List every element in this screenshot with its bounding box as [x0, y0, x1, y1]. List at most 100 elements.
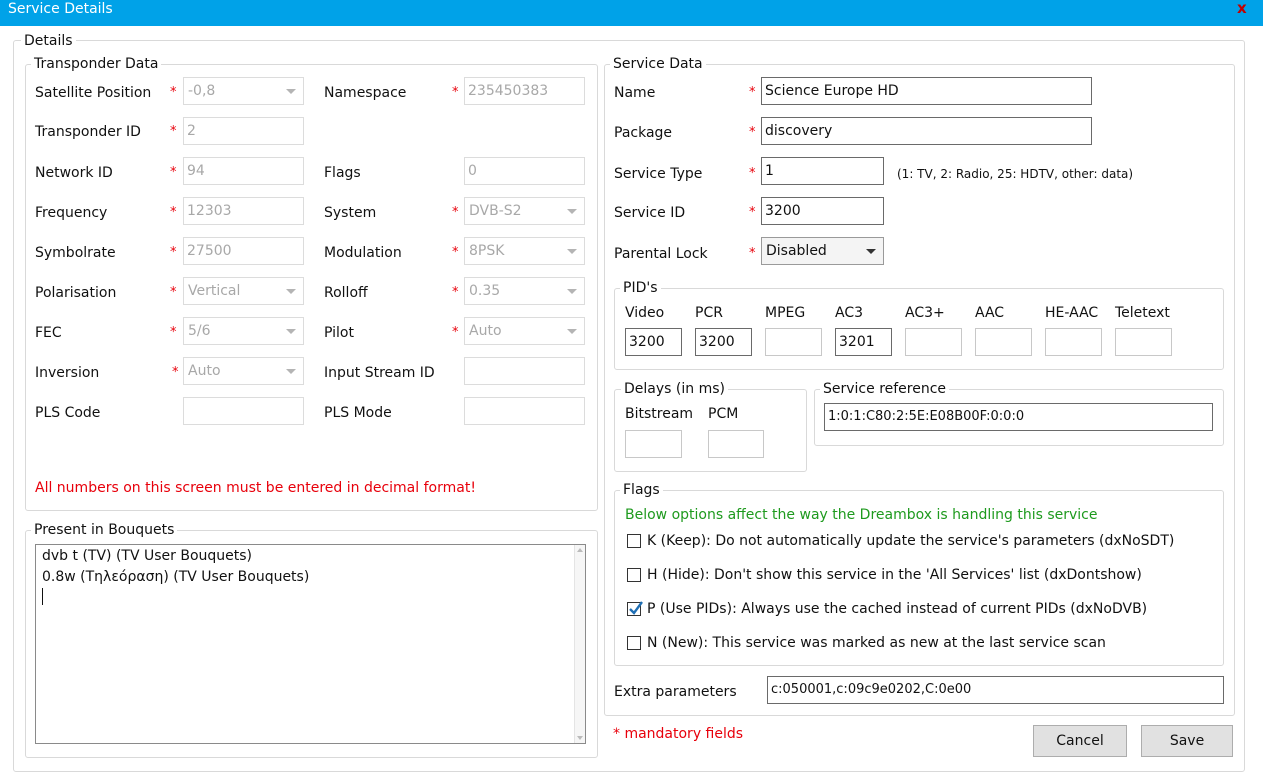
- required-mark: *: [452, 245, 459, 260]
- name-input[interactable]: Science Europe HD: [761, 77, 1092, 105]
- text-caret: [42, 588, 43, 605]
- chevron-down-icon: [567, 289, 577, 294]
- required-mark: *: [452, 205, 459, 220]
- inversion-value: Auto: [188, 363, 221, 379]
- bitstream-input[interactable]: [625, 430, 682, 458]
- service-type-label: Service Type: [614, 166, 703, 182]
- modulation-select[interactable]: 8PSK: [464, 237, 585, 265]
- flag-hide-label[interactable]: H (Hide): Don't show this service in the…: [647, 566, 1142, 584]
- fec-select[interactable]: 5/6: [183, 317, 304, 345]
- extra-parameters-input[interactable]: c:050001,c:09c9e0202,C:0e00: [767, 676, 1224, 704]
- pls-code-input[interactable]: [183, 397, 304, 425]
- package-input[interactable]: discovery: [761, 117, 1092, 145]
- flag-use-pids-label[interactable]: P (Use PIDs): Always use the cached inst…: [647, 600, 1147, 618]
- pid-he-aac-input[interactable]: [1045, 328, 1102, 356]
- inversion-select[interactable]: Auto: [183, 357, 304, 385]
- service-id-input[interactable]: 3200: [761, 197, 884, 225]
- flag-keep-label[interactable]: K (Keep): Do not automatically update th…: [647, 532, 1174, 550]
- flag-new-label[interactable]: N (New): This service was marked as new …: [647, 634, 1106, 652]
- pid-mpeg-input[interactable]: [765, 328, 822, 356]
- required-mark: *: [170, 165, 177, 180]
- symbolrate-input[interactable]: 27500: [183, 237, 304, 265]
- scroll-up-icon[interactable]: [577, 548, 583, 552]
- scrollbar[interactable]: [574, 545, 585, 743]
- pid-teletext-input[interactable]: [1115, 328, 1172, 356]
- pid-pcr-input[interactable]: 3200: [695, 328, 752, 356]
- list-item: dvb t (TV) (TV User Bouquets): [42, 548, 253, 564]
- network-id-input[interactable]: 94: [183, 157, 304, 185]
- namespace-input[interactable]: 235450383: [464, 77, 585, 105]
- chevron-down-icon: [567, 249, 577, 254]
- system-value: DVB-S2: [469, 203, 522, 219]
- chevron-down-icon: [567, 329, 577, 334]
- required-mark: *: [170, 124, 177, 139]
- pcm-label: PCM: [708, 406, 739, 422]
- chevron-down-icon: [286, 89, 296, 94]
- required-mark: *: [749, 125, 756, 140]
- polarisation-select[interactable]: Vertical: [183, 277, 304, 305]
- service-reference-input[interactable]: 1:0:1:C80:2:5E:E08B00F:0:0:0: [824, 403, 1213, 431]
- pls-code-label: PLS Code: [35, 405, 101, 421]
- flag-use-pids-checkbox[interactable]: [627, 601, 643, 616]
- bouquets-legend: Present in Bouquets: [31, 522, 178, 538]
- details-legend: Details: [21, 33, 76, 49]
- required-mark: *: [749, 166, 756, 181]
- service-reference-legend: Service reference: [820, 381, 950, 397]
- system-select[interactable]: DVB-S2: [464, 197, 585, 225]
- pids-legend: PID's: [620, 280, 661, 296]
- parental-lock-label: Parental Lock: [614, 246, 708, 262]
- pid-aac-input[interactable]: [975, 328, 1032, 356]
- chevron-down-icon: [286, 369, 296, 374]
- transponder-id-input[interactable]: 2: [183, 117, 304, 145]
- flag-hide-checkbox[interactable]: [627, 568, 641, 582]
- pid-video-input[interactable]: 3200: [625, 328, 682, 356]
- save-button[interactable]: Save: [1141, 725, 1233, 757]
- network-id-label: Network ID: [35, 165, 113, 181]
- pid-he-aac-label: HE-AAC: [1045, 305, 1099, 321]
- flags-input[interactable]: 0: [464, 157, 585, 185]
- pilot-label: Pilot: [324, 325, 354, 341]
- window-title: Service Details: [8, 1, 113, 17]
- system-label: System: [324, 205, 377, 221]
- flag-new-checkbox[interactable]: [627, 636, 641, 650]
- flag-keep-checkbox[interactable]: [627, 534, 641, 548]
- pid-aac-label: AAC: [975, 305, 1005, 321]
- required-mark: *: [452, 325, 459, 340]
- rolloff-select[interactable]: 0.35: [464, 277, 585, 305]
- namespace-label: Namespace: [324, 85, 407, 101]
- fec-label: FEC: [35, 325, 62, 341]
- parental-lock-select[interactable]: Disabled: [761, 237, 884, 265]
- chevron-down-icon: [567, 209, 577, 214]
- polarisation-value: Vertical: [188, 283, 241, 299]
- satellite-position-value: -0,8: [188, 83, 216, 99]
- service-type-input[interactable]: 1: [761, 157, 884, 185]
- scroll-down-icon[interactable]: [577, 736, 583, 740]
- service-id-label: Service ID: [614, 205, 686, 221]
- required-mark: *: [749, 246, 756, 261]
- pilot-select[interactable]: Auto: [464, 317, 585, 345]
- satellite-position-select[interactable]: -0,8: [183, 77, 304, 105]
- bouquets-textarea[interactable]: dvb t (TV) (TV User Bouquets) 0.8w (Τηλε…: [35, 544, 586, 744]
- required-mark: *: [749, 205, 756, 220]
- required-mark: *: [170, 205, 177, 220]
- pls-mode-label: PLS Mode: [324, 405, 392, 421]
- required-mark: *: [172, 365, 179, 380]
- chevron-down-icon: [286, 329, 296, 334]
- chevron-down-icon: [866, 249, 876, 254]
- flags-note: Below options affect the way the Dreambo…: [625, 507, 1098, 523]
- name-label: Name: [614, 85, 656, 101]
- pid-ac3plus-input[interactable]: [905, 328, 962, 356]
- input-stream-id-input[interactable]: [464, 357, 585, 385]
- pcm-input[interactable]: [708, 430, 764, 458]
- pid-ac3-input[interactable]: 3201: [835, 328, 892, 356]
- modulation-label: Modulation: [324, 245, 402, 261]
- transponder-id-label: Transponder ID: [35, 124, 141, 140]
- pid-ac3plus-label: AC3+: [905, 305, 945, 321]
- close-icon[interactable]: x: [1237, 0, 1247, 17]
- frequency-input[interactable]: 12303: [183, 197, 304, 225]
- pls-mode-input[interactable]: [464, 397, 585, 425]
- required-mark: *: [170, 245, 177, 260]
- transponder-legend: Transponder Data: [31, 56, 162, 72]
- cancel-button[interactable]: Cancel: [1033, 725, 1127, 757]
- checkmark-icon: [629, 601, 643, 615]
